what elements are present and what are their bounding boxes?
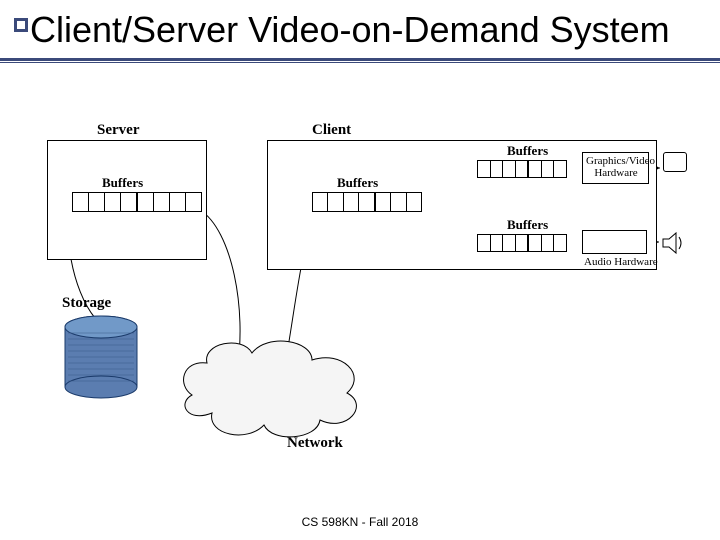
- audio-hw-label: Audio Hardware: [584, 256, 658, 268]
- audio-hw-box: [582, 230, 647, 254]
- title-rule: [0, 58, 720, 63]
- video-buffers-label: Buffers: [507, 143, 548, 159]
- client-label: Client: [312, 122, 351, 139]
- monitor-icon: [663, 152, 687, 172]
- slide-title: Client/Server Video-on-Demand System: [0, 0, 720, 50]
- client-buffers-label: Buffers: [337, 175, 378, 191]
- storage-cylinder-icon: [62, 315, 140, 403]
- server-label: Server: [97, 122, 139, 139]
- server-buffers-label: Buffers: [102, 175, 143, 191]
- network-cloud-icon: [172, 325, 372, 445]
- speaker-icon: [661, 230, 687, 256]
- audio-buffers: [477, 234, 567, 252]
- audio-buffers-label: Buffers: [507, 217, 548, 233]
- network-label: Network: [287, 435, 343, 452]
- diagram: Server Buffers Client Buffers Buffers Gr…: [27, 130, 693, 470]
- graphics-hw-label-1: Graphics/Video Hardware: [586, 155, 646, 179]
- client-buffers: [312, 192, 422, 212]
- server-buffers: [72, 192, 202, 212]
- title-bullet-icon: [14, 18, 28, 32]
- video-buffers: [477, 160, 567, 178]
- footer-text: CS 598KN - Fall 2018: [0, 515, 720, 529]
- storage-label: Storage: [62, 295, 111, 312]
